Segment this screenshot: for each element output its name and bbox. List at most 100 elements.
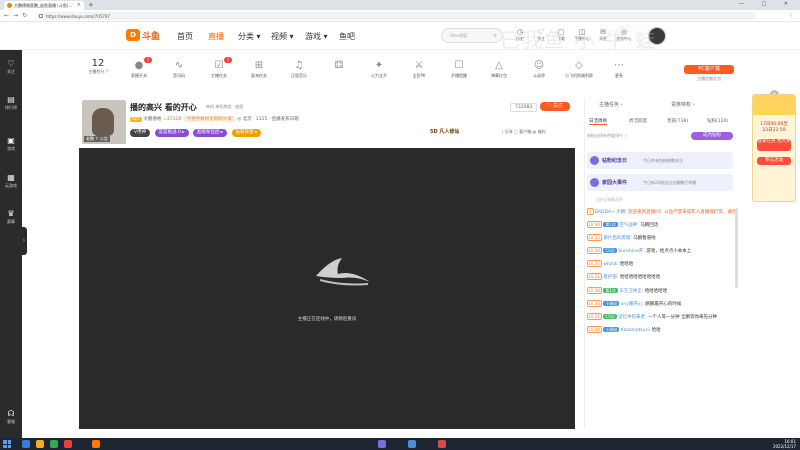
tab-streamer-tasks[interactable]: 主播任务 › <box>599 101 623 108</box>
promo-join-button[interactable]: 参与活动 <box>757 157 791 165</box>
promo-banner[interactable]: 17日00:00至 23日23:59 登录任务 抢大奖 参与活动 <box>752 94 796 202</box>
follow-button[interactable]: ♡ 关注 <box>540 102 570 111</box>
room-tag[interactable]: "手把手教你无限制大冒" <box>182 117 236 122</box>
sidebar-item-follow[interactable]: ♡ 关注 <box>0 56 22 80</box>
system-clock[interactable]: 16:01 2022/12/17 <box>773 439 796 449</box>
feature-item[interactable]: ⋯ 更多 <box>602 59 636 79</box>
room-actions[interactable]: ⟨ 分享 ▢ 客户端 ▤ 福利 <box>502 129 545 135</box>
feature-item[interactable]: ⊞ 星海任务 <box>242 59 276 79</box>
room-category[interactable]: 单机 单机热游 · 旅游 <box>206 104 243 110</box>
feature-item[interactable]: ☑ 主播任务 1 <box>202 57 236 79</box>
site-logo[interactable]: D 斗鱼 <box>126 29 164 43</box>
chat-list[interactable]: 1 BADDA~ 大鹏: 欢迎来到直播间！斗鱼严禁未成年人直播或打赏，请勿相信任… <box>587 208 735 426</box>
anchor-name[interactable]: 大鹏德格 <box>143 117 161 122</box>
windows-start-icon[interactable] <box>3 440 11 448</box>
become-diamond-fan-button[interactable]: 成为钻粉 <box>691 132 733 140</box>
feature-item[interactable]: ⚔ 全民PK <box>402 59 436 79</box>
close-window-button[interactable]: ✕ <box>784 1 796 7</box>
nav-games[interactable]: 游戏 ▾ <box>305 31 328 42</box>
taskbar-browser-icon[interactable] <box>50 440 58 448</box>
taskbar-app-icon[interactable] <box>408 440 416 448</box>
chat-scrollbar[interactable] <box>735 208 738 288</box>
back-icon[interactable]: ← <box>4 12 13 19</box>
taskbar-app-icon[interactable] <box>64 440 72 448</box>
taskbar-app-icon[interactable] <box>92 440 100 448</box>
fan-badge: CS功 <box>603 248 617 254</box>
sponsor-logo[interactable]: 5D 凡人修仙 <box>430 128 459 135</box>
sidebar-item-events[interactable]: ♛ 赛事 <box>0 206 22 230</box>
chat-username[interactable]: Kazamatsuri: <box>621 328 650 333</box>
minimize-button[interactable]: — <box>739 1 752 7</box>
chat-username[interactable]: xny鹏开心: <box>621 302 644 307</box>
user-level-badge: LV 38 <box>587 325 602 333</box>
sidebar-toggle-button[interactable]: › <box>21 227 27 255</box>
chat-username[interactable]: Sunshine开: <box>618 249 645 254</box>
tab-close-icon[interactable]: × <box>77 2 81 8</box>
sidebar-item-cloud-games[interactable]: ▦ 云游戏 <box>0 170 22 194</box>
nav-home[interactable]: 首页 <box>177 31 193 42</box>
tab-nobles[interactable]: 贵族(738) <box>667 118 688 124</box>
maximize-button[interactable]: □ <box>761 1 774 7</box>
sidebar-item-games[interactable]: ▣ 游戏 <box>0 133 22 157</box>
feature-item[interactable]: ✦ 火力全开 <box>362 59 396 79</box>
reload-icon[interactable]: ↻ <box>22 12 31 19</box>
super-fan-badge[interactable]: 超级粉丝团 ▸ <box>192 129 228 137</box>
chat-message: LV 26 CS功 Sunshine开: 游戏，给点点小本本上 <box>587 247 735 256</box>
address-bar-row: ←→↻ https://www.douyu.com/705797 ⋮ <box>0 10 800 22</box>
sidebar-item-support[interactable]: ☊ 客服 <box>0 406 22 430</box>
chat-username[interactable]: BADDA~ 大鹏: <box>595 210 627 215</box>
feature-item[interactable]: ☐ 开播提醒 <box>442 59 476 79</box>
taskbar-app-icon[interactable] <box>22 440 30 448</box>
basket-challenge-badge[interactable]: 篮篮挑战 0 ▸ <box>154 129 189 137</box>
browser-menu-icon[interactable]: ⋮ <box>788 12 794 19</box>
tab-noble-privileges[interactable]: 贵族特权 › <box>671 101 695 108</box>
taskbar-app-icon[interactable] <box>438 440 446 448</box>
browser-tab[interactable]: 大鹏德格医鹏_鲨鱼直播 (斗鱼)... × <box>4 1 84 10</box>
feature-item[interactable]: ◇ 小飞机到福利群 <box>562 59 596 79</box>
nav-yuba[interactable]: 鱼吧 <box>339 31 355 42</box>
room-title: 播的高兴 看的开心 <box>130 103 197 112</box>
forward-icon[interactable]: → <box>13 12 22 19</box>
taskbar-folder-icon[interactable] <box>36 440 44 448</box>
feature-item[interactable]: ♫ 正版音乐 <box>282 59 316 79</box>
pc-client-button[interactable]: PC客户端 <box>684 65 734 74</box>
chat-username[interactable]: 客护部: <box>603 275 618 280</box>
event-card-anniversary[interactable]: 钻粉纪念日 今日共有钻粉被鹏关注 <box>587 152 733 169</box>
chat-username[interactable]: whzut: <box>603 262 618 267</box>
streamer-level[interactable]: 12 主播积分 ? <box>78 58 118 75</box>
sidebar-label: 赛事 <box>7 219 15 224</box>
chat-username[interactable]: 斯片后的黑暗: <box>603 236 632 241</box>
video-player[interactable]: 主播正在连线中，请稍后重试 <box>79 148 575 429</box>
url-input[interactable]: https://www.douyu.com/705797 <box>36 12 756 20</box>
chat-username[interactable]: 东方卫休正: <box>619 289 643 294</box>
feature-item[interactable]: ☺ 斗幼停 <box>522 59 556 79</box>
nav-live[interactable]: 直播 <box>208 31 224 42</box>
event-card-home[interactable]: 家园大事件 今日有20粉丝出去踢鹏打鸡粮 <box>587 174 733 191</box>
search-icon[interactable]: ⌕ <box>494 32 497 40</box>
feature-item[interactable]: ∿ 音讯码 <box>162 59 196 79</box>
notification-badge: 1 <box>224 57 232 63</box>
vip-badge[interactable]: V用神 <box>130 129 151 137</box>
ranking-icon: ▤ <box>7 95 15 104</box>
follower-count: 732083 <box>510 103 538 112</box>
nav-category[interactable]: 分类 ▾ <box>238 31 261 42</box>
taskbar-app-icon[interactable] <box>378 440 386 448</box>
search-input[interactable]: dleai搜索 ⌕ <box>441 28 503 43</box>
diamond-fan-badge[interactable]: 钻粉获客 ▸ <box>231 129 262 137</box>
feature-item[interactable]: △ 弹幕红包 <box>482 59 516 79</box>
feature-item[interactable]: ● 直播开关 1 <box>122 57 156 79</box>
sidebar-label: 关注 <box>7 69 15 74</box>
promo-login-button[interactable]: 登录任务 抢大奖 <box>757 139 791 151</box>
window-controls[interactable]: — □ ✕ <box>739 1 796 7</box>
anchor-avatar[interactable]: 老鹏 ↑ 公告 <box>82 100 126 144</box>
tab-diamond-fans[interactable]: 钻粉(120) <box>707 118 728 124</box>
sidebar-item-ranking[interactable]: ▤ 排行榜 <box>0 92 22 116</box>
new-tab-button[interactable]: + <box>88 1 94 9</box>
chat-username[interactable]: 空气战神: <box>619 223 639 228</box>
tab-weekly-rank[interactable]: 日活周榜 <box>589 118 607 125</box>
tab-weekly-activity[interactable]: 周活跃度 <box>629 118 647 124</box>
nav-video[interactable]: 视频 ▾ <box>271 31 294 42</box>
chat-username[interactable]: 记忆中的朱老: <box>618 315 647 320</box>
os-taskbar: 16:01 2022/12/17 <box>0 438 800 450</box>
feature-item[interactable]: ⚃ <box>322 59 356 73</box>
